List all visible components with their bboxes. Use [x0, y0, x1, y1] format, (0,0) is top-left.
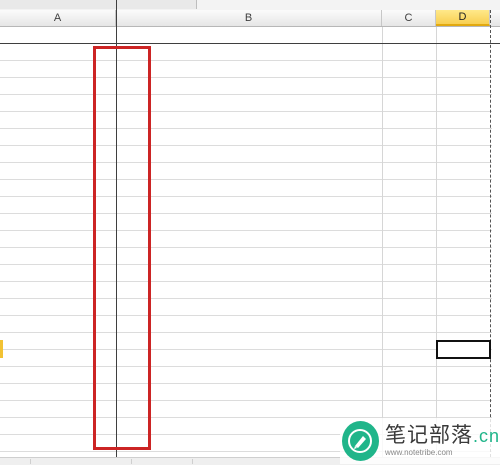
- page-break-line: [490, 10, 491, 457]
- column-divider-c: [382, 27, 383, 457]
- spreadsheet-grid[interactable]: A B C D: [0, 10, 500, 457]
- highlight-box: [93, 46, 151, 450]
- watermark-suffix: .cn: [472, 426, 500, 446]
- cell-grid[interactable]: [0, 27, 492, 457]
- watermark-title: 笔记部落.cn: [384, 424, 500, 447]
- selected-row-marker: [0, 340, 3, 358]
- watermark-url: www.notetribe.com: [384, 448, 453, 457]
- active-cell-d[interactable]: [436, 340, 491, 359]
- toolbar-fragment: [0, 0, 197, 9]
- freeze-pane-horizontal[interactable]: [0, 43, 500, 44]
- sheet-tab[interactable]: [31, 459, 132, 464]
- column-header-c[interactable]: C: [382, 10, 436, 26]
- watermark: 笔记部落.cn www.notetribe.com: [340, 418, 500, 464]
- sheet-tab[interactable]: [132, 459, 193, 464]
- column-header-a[interactable]: A: [0, 10, 116, 26]
- pencil-icon: [342, 421, 379, 461]
- column-header-b[interactable]: B: [116, 10, 382, 26]
- column-header-d[interactable]: D: [436, 10, 490, 26]
- column-divider-d: [436, 27, 437, 457]
- column-header-row: A B C D: [0, 10, 500, 27]
- sheet-nav-segment[interactable]: [0, 459, 31, 464]
